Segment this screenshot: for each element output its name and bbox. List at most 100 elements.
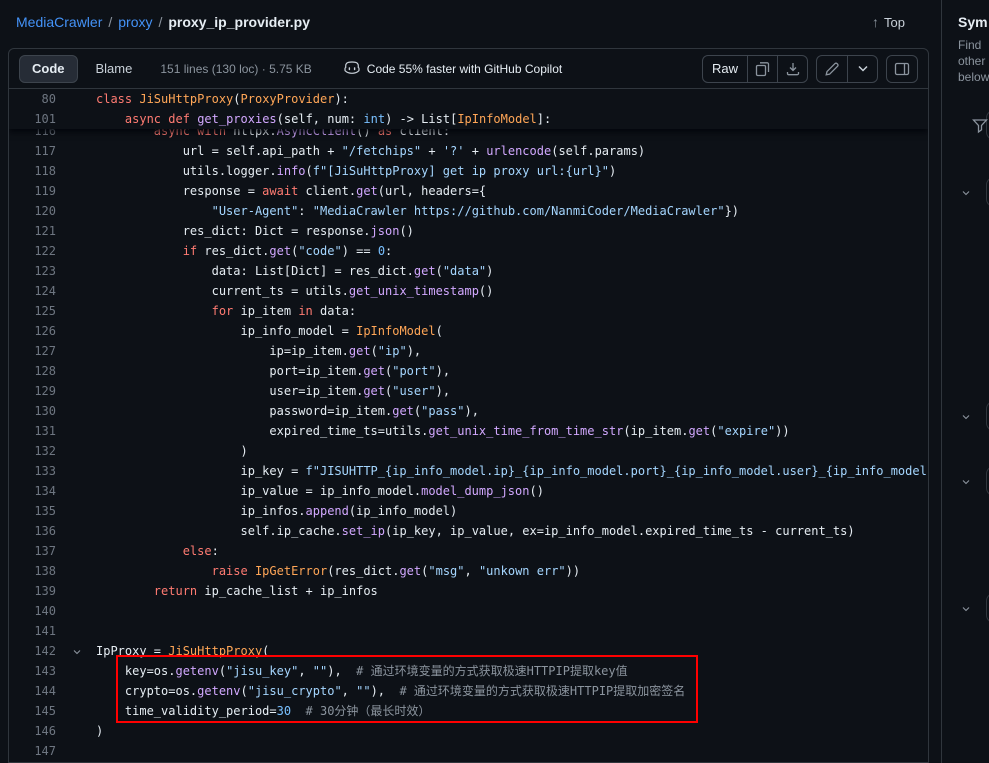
line-number[interactable]: 138 bbox=[9, 561, 56, 581]
line-number[interactable]: 117 bbox=[9, 141, 56, 161]
code-text: key=os.getenv("jisu_key", ""), # 通过环境变量的… bbox=[56, 661, 628, 681]
symbol-tree-row[interactable] bbox=[960, 401, 989, 431]
edit-dropdown-caret-icon[interactable] bbox=[847, 56, 877, 82]
symbol-tree-row[interactable] bbox=[960, 466, 989, 496]
file-view-panel: Code Blame 151 lines (130 loc) · 5.75 KB… bbox=[8, 48, 929, 763]
code-text: ip_infos.append(ip_info_model) bbox=[56, 501, 457, 521]
code-text: return ip_cache_list + ip_infos bbox=[56, 581, 378, 601]
code-line-138: 138 raise IpGetError(res_dict.get("msg",… bbox=[9, 561, 928, 581]
code-text: for ip_item in data: bbox=[56, 301, 356, 321]
line-number[interactable]: 128 bbox=[9, 361, 56, 381]
download-icon[interactable] bbox=[777, 56, 807, 82]
line-number[interactable]: 145 bbox=[9, 701, 56, 721]
symbol-tree-row[interactable] bbox=[960, 593, 989, 623]
file-toolbar: Code Blame 151 lines (130 loc) · 5.75 KB… bbox=[9, 49, 928, 89]
symbols-filter-button[interactable] bbox=[960, 110, 989, 142]
chevron-down-icon bbox=[960, 186, 972, 204]
code-line-118: 118 utils.logger.info(f"[JiSuHttpProxy] … bbox=[9, 161, 928, 181]
code-line-139: 139 return ip_cache_list + ip_infos bbox=[9, 581, 928, 601]
line-number[interactable]: 125 bbox=[9, 301, 56, 321]
code-text: raise IpGetError(res_dict.get("msg", "un… bbox=[56, 561, 580, 581]
line-number[interactable]: 140 bbox=[9, 601, 56, 621]
line-number[interactable]: 147 bbox=[9, 741, 56, 761]
line-number[interactable]: 137 bbox=[9, 541, 56, 561]
line-number[interactable]: 80 bbox=[9, 89, 56, 109]
toolbar-actions: Raw bbox=[702, 55, 918, 83]
line-number[interactable]: 122 bbox=[9, 241, 56, 261]
code-line-143: 143 key=os.getenv("jisu_key", ""), # 通过环… bbox=[9, 661, 928, 681]
line-number[interactable]: 132 bbox=[9, 441, 56, 461]
code-line-145: 145 time_validity_period=30 # 30分钟（最长时效） bbox=[9, 701, 928, 721]
copilot-banner-text: Code 55% faster with GitHub Copilot bbox=[367, 62, 562, 76]
code-text: IpProxy = JiSuHttpProxy( bbox=[56, 641, 269, 661]
code-line-80: 80class JiSuHttpProxy(ProxyProvider): bbox=[9, 89, 928, 109]
sticky-context-lines: 80class JiSuHttpProxy(ProxyProvider):101… bbox=[9, 89, 928, 129]
code-text: response = await client.get(url, headers… bbox=[56, 181, 486, 201]
line-number[interactable]: 135 bbox=[9, 501, 56, 521]
tab-blame[interactable]: Blame bbox=[84, 55, 145, 83]
line-number[interactable]: 139 bbox=[9, 581, 56, 601]
line-number[interactable]: 131 bbox=[9, 421, 56, 441]
line-number[interactable]: 101 bbox=[9, 109, 56, 129]
code-line-144: 144 crypto=os.getenv("jisu_crypto", ""),… bbox=[9, 681, 928, 701]
line-number[interactable]: 142 bbox=[9, 641, 56, 661]
line-number[interactable]: 124 bbox=[9, 281, 56, 301]
breadcrumb-folder-link[interactable]: proxy bbox=[118, 14, 152, 30]
code-line-147: 147 bbox=[9, 741, 928, 761]
line-number[interactable]: 118 bbox=[9, 161, 56, 181]
line-number[interactable]: 120 bbox=[9, 201, 56, 221]
copy-icon[interactable] bbox=[747, 56, 777, 82]
code-text: crypto=os.getenv("jisu_crypto", ""), # 通… bbox=[56, 681, 685, 701]
line-number[interactable]: 146 bbox=[9, 721, 56, 741]
code-text: url = self.api_path + "/fetchips" + '?' … bbox=[56, 141, 645, 161]
symbols-panel-description: Find other below bbox=[942, 30, 989, 85]
chevron-down-icon bbox=[960, 475, 972, 493]
code-text: async def get_proxies(self, num: int) ->… bbox=[56, 109, 551, 129]
line-number[interactable]: 144 bbox=[9, 681, 56, 701]
code-line-120: 120 "User-Agent": "MediaCrawler https://… bbox=[9, 201, 928, 221]
symbols-toggle-group bbox=[886, 55, 918, 83]
code-text: ip=ip_item.get("ip"), bbox=[56, 341, 421, 361]
edit-pencil-icon[interactable] bbox=[817, 56, 847, 82]
code-viewer: 116 async with httpx.AsyncClient() as cl… bbox=[9, 89, 928, 763]
code-line-133: 133 ip_key = f"JISUHTTP_{ip_info_model.i… bbox=[9, 461, 928, 481]
line-number[interactable]: 121 bbox=[9, 221, 56, 241]
symbol-tree-row[interactable] bbox=[960, 177, 989, 207]
breadcrumb-separator: / bbox=[158, 14, 162, 30]
line-number[interactable]: 130 bbox=[9, 401, 56, 421]
symbols-desc-line: Find bbox=[958, 37, 989, 53]
tab-code[interactable]: Code bbox=[19, 55, 78, 83]
line-number[interactable]: 126 bbox=[9, 321, 56, 341]
breadcrumb-file-name: proxy_ip_provider.py bbox=[168, 14, 310, 30]
code-line-140: 140 bbox=[9, 601, 928, 621]
raw-button[interactable]: Raw bbox=[703, 56, 747, 82]
code-text: self.ip_cache.set_ip(ip_key, ip_value, e… bbox=[56, 521, 855, 541]
symbols-desc-line: below bbox=[958, 69, 989, 85]
line-number[interactable]: 136 bbox=[9, 521, 56, 541]
code-text: password=ip_item.get("pass"), bbox=[56, 401, 479, 421]
line-number[interactable]: 134 bbox=[9, 481, 56, 501]
code-text: ip_value = ip_info_model.model_dump_json… bbox=[56, 481, 544, 501]
code-line-122: 122 if res_dict.get("code") == 0: bbox=[9, 241, 928, 261]
line-number[interactable]: 143 bbox=[9, 661, 56, 681]
code-line-132: 132 ) bbox=[9, 441, 928, 461]
scroll-to-top-button[interactable]: ↑ Top bbox=[872, 14, 905, 30]
chevron-down-icon bbox=[960, 602, 972, 620]
copilot-banner[interactable]: Code 55% faster with GitHub Copilot bbox=[344, 59, 562, 78]
code-text: class JiSuHttpProxy(ProxyProvider): bbox=[56, 89, 349, 109]
code-text bbox=[56, 741, 96, 761]
code-text: res_dict: Dict = response.json() bbox=[56, 221, 414, 241]
line-number[interactable]: 119 bbox=[9, 181, 56, 201]
line-number[interactable]: 133 bbox=[9, 461, 56, 481]
line-number[interactable]: 141 bbox=[9, 621, 56, 641]
symbols-panel-icon[interactable] bbox=[887, 56, 917, 82]
breadcrumb-repo-link[interactable]: MediaCrawler bbox=[16, 14, 102, 30]
code-line-142: 142IpProxy = JiSuHttpProxy( bbox=[9, 641, 928, 661]
code-text: ip_info_model = IpInfoModel( bbox=[56, 321, 443, 341]
line-number[interactable]: 127 bbox=[9, 341, 56, 361]
line-number[interactable]: 123 bbox=[9, 261, 56, 281]
line-number[interactable]: 129 bbox=[9, 381, 56, 401]
scroll-to-top-label: Top bbox=[884, 15, 905, 30]
code-text: port=ip_item.get("port"), bbox=[56, 361, 450, 381]
code-line-125: 125 for ip_item in data: bbox=[9, 301, 928, 321]
